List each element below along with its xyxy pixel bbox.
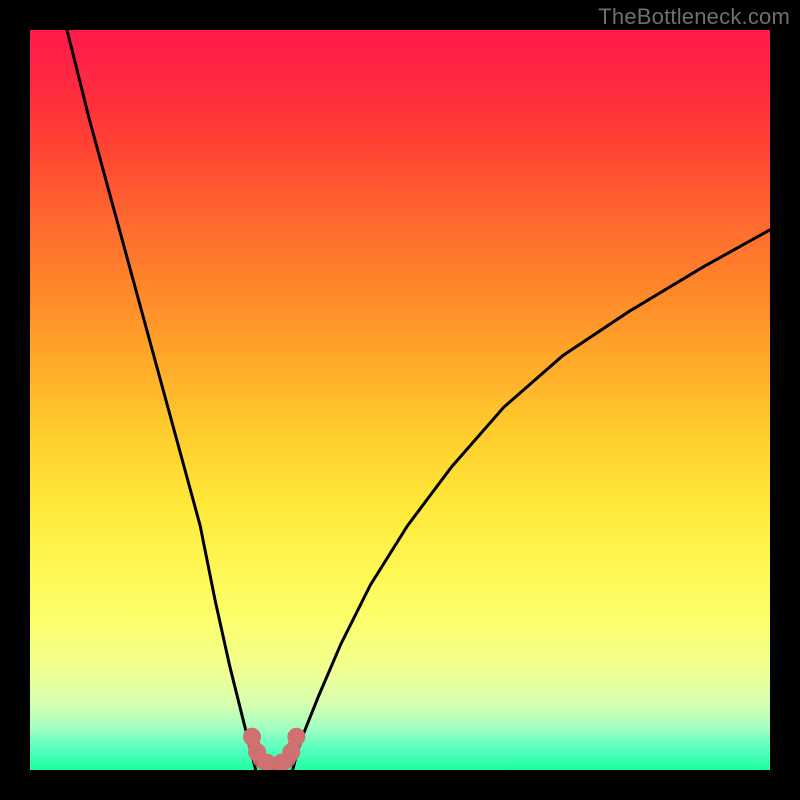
curve-right-path (293, 230, 770, 770)
curve-left-path (67, 30, 256, 770)
well-dot (287, 728, 305, 746)
watermark-text: TheBottleneck.com (598, 4, 790, 30)
well-dots-group (243, 728, 305, 770)
chart-frame: TheBottleneck.com (0, 0, 800, 800)
well-dot (243, 728, 261, 746)
plot-area (30, 30, 770, 770)
well-dot (282, 743, 300, 761)
chart-svg (30, 30, 770, 770)
